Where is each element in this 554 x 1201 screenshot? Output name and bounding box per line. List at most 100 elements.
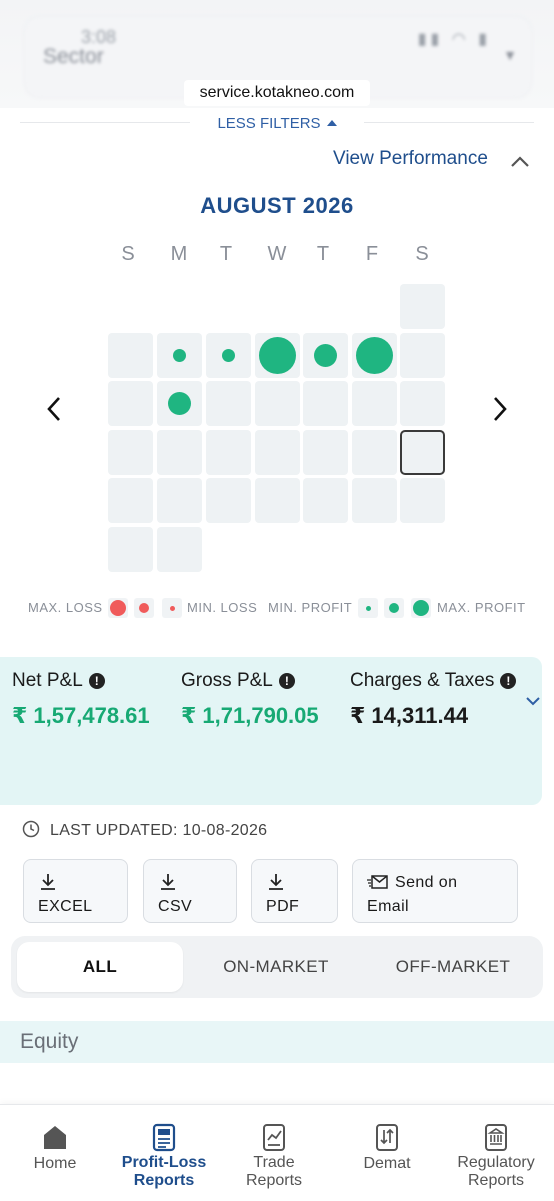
calendar-day[interactable]	[303, 478, 348, 523]
weekday-label: T	[219, 243, 233, 265]
calendar-day[interactable]	[352, 381, 397, 426]
view-performance-toggle[interactable]: View Performance	[333, 148, 488, 170]
calendar-day[interactable]	[206, 333, 251, 378]
profit-dot	[173, 349, 186, 362]
calendar-day[interactable]	[400, 333, 445, 378]
equity-section-header[interactable]	[0, 1021, 554, 1063]
download-excel-button[interactable]: EXCEL	[23, 859, 128, 923]
equity-label: Equity	[20, 1030, 79, 1053]
calendar-day[interactable]	[108, 527, 153, 572]
bank-doc-icon	[485, 1124, 507, 1151]
calendar-day[interactable]	[157, 527, 202, 572]
calendar-day[interactable]	[157, 333, 202, 378]
profit-dot	[389, 603, 399, 613]
calendar-day[interactable]	[255, 381, 300, 426]
legend-min-loss: MIN. LOSS	[187, 600, 258, 615]
chevron-up-icon[interactable]	[508, 150, 532, 174]
less-filters-button[interactable]: LESS FILTERS	[190, 112, 364, 136]
download-icon	[161, 874, 175, 890]
legend-swatch	[162, 598, 182, 618]
legend-max-profit: MAX. PROFIT	[437, 600, 526, 615]
info-icon[interactable]: !	[500, 673, 517, 689]
legend-swatch	[411, 598, 431, 618]
nav-demat-label: Demat	[363, 1155, 411, 1172]
calendar-day[interactable]	[400, 478, 445, 523]
nav-regulatory-reports[interactable]: Regulatory Reports	[441, 1104, 551, 1200]
trade-chart-icon	[263, 1124, 285, 1151]
legend-swatch	[108, 598, 128, 618]
calendar-day[interactable]	[400, 381, 445, 426]
next-month-icon[interactable]	[486, 394, 514, 424]
chevron-down-icon[interactable]	[524, 692, 542, 710]
tab-on-market[interactable]: ON-MARKET	[191, 957, 361, 977]
calendar-day-selected[interactable]	[400, 430, 445, 475]
calendar-day[interactable]	[255, 430, 300, 475]
calendar-day[interactable]	[255, 478, 300, 523]
weekday-label: S	[415, 243, 429, 265]
calendar-day[interactable]	[157, 381, 202, 426]
nav-trade-reports[interactable]: Trade Reports	[219, 1104, 329, 1200]
nav-pl-label-2: Reports	[133, 1172, 195, 1189]
charges-taxes-value: ₹ 14,311.44	[350, 703, 469, 728]
nav-demat[interactable]: Demat	[332, 1104, 442, 1200]
calendar-day[interactable]	[303, 430, 348, 475]
profit-dot	[356, 337, 393, 374]
calendar-day[interactable]	[206, 381, 251, 426]
last-updated-text: LAST UPDATED: 10-08-2026	[50, 822, 268, 839]
calendar-day[interactable]	[108, 478, 153, 523]
weekday-label: T	[316, 243, 330, 265]
nav-reg-label-2: Reports	[467, 1172, 525, 1189]
profit-dot	[259, 337, 296, 374]
pdf-label: PDF	[266, 898, 300, 915]
calendar-day[interactable]	[352, 333, 397, 378]
calendar-day[interactable]	[206, 478, 251, 523]
info-icon[interactable]: !	[88, 673, 105, 689]
email-label: Email	[367, 898, 410, 915]
csv-label: CSV	[158, 898, 193, 915]
less-filters-label: LESS FILTERS	[217, 115, 321, 132]
nav-home[interactable]: Home	[0, 1104, 110, 1200]
calendar-day[interactable]	[108, 430, 153, 475]
calendar-day[interactable]	[352, 478, 397, 523]
send-email-button[interactable]: Send on Email	[352, 859, 518, 923]
weekday-label: W	[267, 243, 287, 265]
profit-dot	[222, 349, 235, 362]
gross-pnl-label: Gross P&L!	[181, 670, 295, 692]
report-icon	[152, 1123, 176, 1152]
weekday-label: S	[121, 243, 135, 265]
calendar-month-title: AUGUST 2026	[200, 193, 354, 218]
nav-pl-label-1: Profit-Loss	[121, 1154, 207, 1171]
caret-up-icon	[326, 119, 337, 126]
excel-label: EXCEL	[38, 898, 93, 915]
loss-dot	[170, 606, 175, 611]
tab-all[interactable]: ALL	[17, 957, 183, 977]
download-csv-button[interactable]: CSV	[143, 859, 237, 923]
transfer-doc-icon	[376, 1124, 398, 1151]
calendar-day[interactable]	[255, 333, 300, 378]
calendar-day[interactable]	[108, 381, 153, 426]
download-pdf-button[interactable]: PDF	[251, 859, 338, 923]
calendar-day[interactable]	[206, 430, 251, 475]
nav-home-label: Home	[33, 1155, 77, 1172]
profit-dot	[168, 392, 191, 415]
net-pnl-value: ₹ 1,57,478.61	[12, 703, 150, 728]
sector-placeholder: Sector	[43, 45, 104, 68]
calendar-day[interactable]	[400, 284, 445, 329]
net-pnl-label: Net P&L!	[12, 670, 105, 692]
calendar-day[interactable]	[108, 333, 153, 378]
profit-dot	[314, 344, 337, 367]
nav-profit-loss-reports[interactable]: Profit-Loss Reports	[109, 1104, 219, 1200]
gross-pnl-value: ₹ 1,71,790.05	[181, 703, 319, 728]
nav-trade-label-2: Reports	[245, 1172, 303, 1189]
weekday-label: M	[170, 243, 188, 265]
info-icon[interactable]: !	[278, 673, 295, 689]
calendar-day[interactable]	[157, 430, 202, 475]
prev-month-icon[interactable]	[40, 394, 68, 424]
nav-trade-label-1: Trade	[253, 1154, 295, 1171]
calendar-day[interactable]	[157, 478, 202, 523]
calendar-day[interactable]	[303, 381, 348, 426]
legend-min-profit: MIN. PROFIT	[268, 600, 353, 615]
calendar-day[interactable]	[303, 333, 348, 378]
tab-off-market[interactable]: OFF-MARKET	[370, 957, 536, 977]
calendar-day[interactable]	[352, 430, 397, 475]
